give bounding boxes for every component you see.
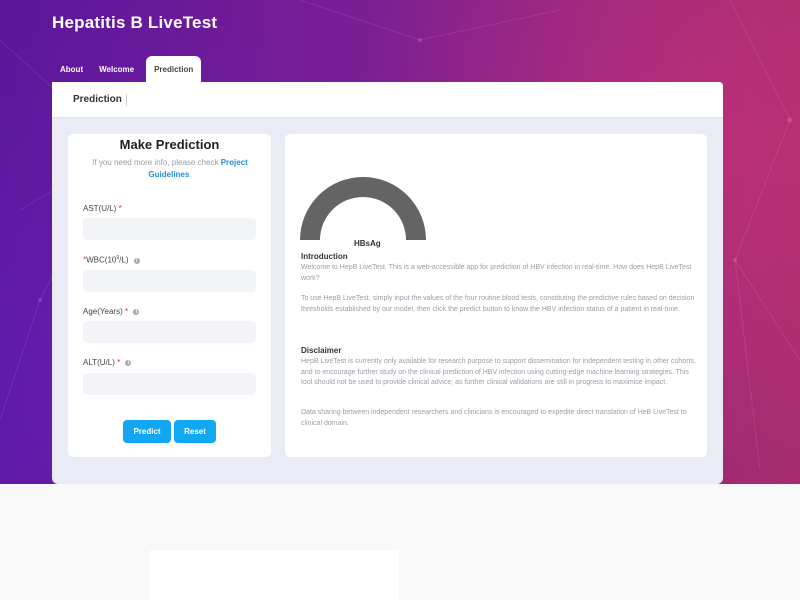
hbsag-gauge [300,177,426,240]
info-icon[interactable]: i [125,360,132,366]
hero-banner: Hepatitis B LiveTest About Welcome Predi… [0,0,800,484]
guidelines-note-suffix: . [189,170,192,179]
introduction-title: Introduction [301,252,348,261]
required-marker: * [124,307,129,316]
form-heading: Make Prediction [119,137,220,152]
required-marker: * [118,204,122,213]
wbc-input[interactable] [83,270,256,292]
tab-welcome[interactable]: Welcome [91,56,142,82]
result-panel: HBsAg Introduction Welcome to HepB LiveT… [285,134,707,457]
tab-bar: About Welcome Prediction [52,56,202,82]
header-divider [126,94,127,106]
age-input[interactable] [83,321,256,343]
guidelines-note-text: If you need more info, please check [92,158,221,167]
footer-block [150,550,399,600]
reset-button[interactable]: Reset [174,420,216,443]
age-label-text: Age(Years) [83,307,123,316]
gauge-arc [300,177,426,240]
alt-label: ALT(U/L) * i [83,358,132,367]
prediction-form-panel: Make Prediction If you need more info, p… [68,134,271,457]
disclaimer-paragraph-2: Data sharing between independent researc… [301,409,687,427]
wbc-label-text: WBC(10 [86,255,117,265]
app-title: Hepatitis B LiveTest [52,13,218,32]
guidelines-note: If you need more info, please check Proj… [80,157,260,181]
introduction-paragraph-1: Welcome to HepB LiveTest. This is a web-… [301,264,692,282]
introduction-paragraph-2: To use HepB LiveTest, simply input the v… [301,295,695,313]
wbc-label-unit: /L) [119,255,129,265]
tab-prediction[interactable]: Prediction [146,56,202,82]
predict-button[interactable]: Predict [123,420,171,443]
ast-label-text: AST(U/L) [83,204,117,213]
gauge-label: HBsAg [354,239,381,248]
info-icon[interactable]: i [133,257,140,264]
card-header: Prediction [52,82,723,118]
disclaimer-paragraph-1: HepB LiveTest is currently only availabl… [301,358,696,386]
age-label: Age(Years) * i [83,307,140,316]
wbc-label: *WBC(109/L) i [83,255,140,265]
ast-input[interactable] [83,218,256,240]
alt-input[interactable] [83,373,256,395]
disclaimer-title: Disclaimer [301,346,342,355]
alt-label-text: ALT(U/L) [83,358,115,367]
prediction-card: Prediction Make Prediction If you need m… [52,82,723,484]
tab-about[interactable]: About [52,56,91,82]
required-marker: * [117,358,121,367]
ast-label: AST(U/L) * [83,204,122,213]
info-icon[interactable]: i [133,309,140,315]
card-header-title: Prediction [73,94,122,105]
